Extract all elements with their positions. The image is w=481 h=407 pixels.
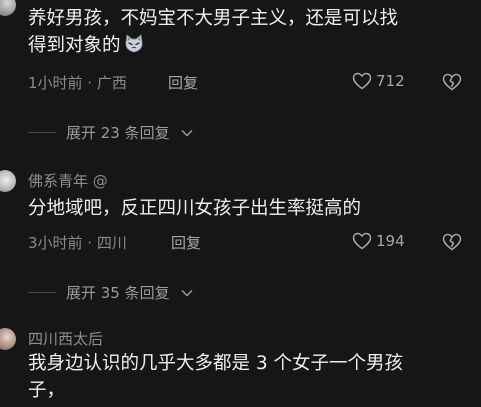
heart-outline-icon (352, 232, 372, 250)
broken-heart-icon (442, 233, 462, 255)
divider (28, 292, 56, 293)
avatar[interactable] (0, 170, 16, 192)
cat-emoji-icon (123, 33, 145, 55)
like-count: 194 (376, 232, 405, 250)
comment-text: 我身边认识的几乎大多都是 3 个女子一个男孩 子， (28, 350, 466, 404)
expand-replies-button[interactable]: 展开 35 条回复 (28, 282, 194, 303)
heart-outline-icon (352, 72, 372, 90)
comment-text: 分地域吧，反正四川女孩子出生率挺高的 (28, 195, 466, 222)
reply-button[interactable]: 回复 (168, 72, 198, 93)
avatar[interactable] (0, 0, 16, 16)
comment-text-line: 养好男孩，不妈宝不大男子主义，还是可以找 (28, 8, 399, 29)
chevron-down-icon (180, 128, 194, 138)
like-button[interactable]: 194 (352, 232, 405, 250)
comment-text-line: 得到对象的 (28, 35, 121, 56)
comment-username[interactable]: 佛系青年 @ (28, 170, 108, 191)
broken-heart-icon (442, 73, 462, 95)
comment-list: 养好男孩，不妈宝不大男子主义，还是可以找 得到对象的 1小时前 · 广西 回复 (0, 0, 481, 407)
like-count: 712 (376, 72, 405, 90)
divider (28, 132, 56, 133)
comment-time-location: 1小时前 · 广西 (28, 74, 127, 92)
avatar[interactable] (0, 328, 16, 350)
expand-replies-button[interactable]: 展开 23 条回复 (28, 122, 194, 143)
chevron-down-icon (180, 288, 194, 298)
comment-time-location: 3小时前 · 四川 (28, 234, 127, 252)
comment-text: 养好男孩，不妈宝不大男子主义，还是可以找 得到对象的 (28, 5, 466, 59)
comment-username[interactable]: 四川西太后 (28, 328, 103, 349)
comment-text-line: 我身边认识的几乎大多都是 3 个女子一个男孩 (28, 353, 404, 374)
reply-button[interactable]: 回复 (171, 232, 201, 253)
comment-text-line: 分地域吧，反正四川女孩子出生率挺高的 (28, 198, 362, 219)
expand-replies-label: 展开 35 条回复 (66, 284, 170, 302)
dislike-button[interactable] (442, 233, 462, 255)
like-button[interactable]: 712 (352, 72, 405, 90)
dislike-button[interactable] (442, 73, 462, 95)
expand-replies-label: 展开 23 条回复 (66, 124, 170, 142)
comment-text-line: 子， (28, 380, 66, 401)
